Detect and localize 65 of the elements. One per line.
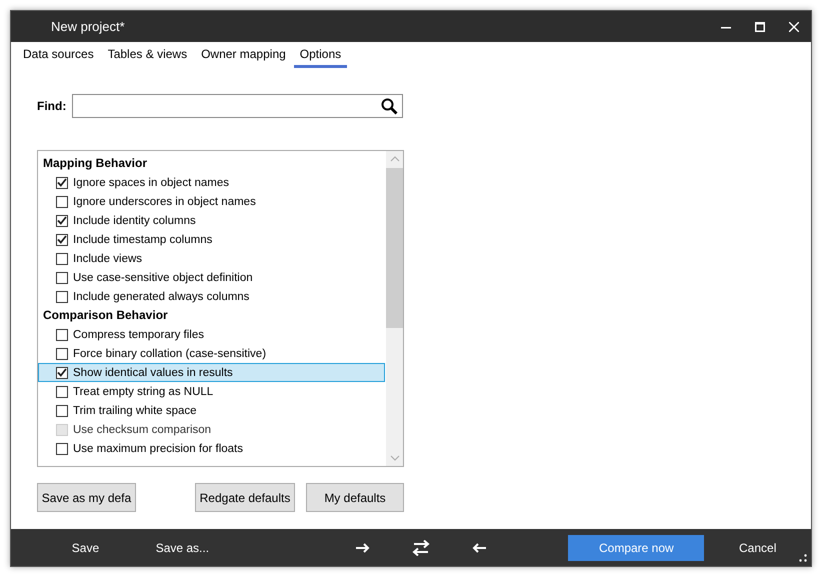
option-label: Include generated always columns	[73, 290, 250, 302]
maximize-icon	[755, 22, 765, 32]
group-heading: Comparison Behavior	[42, 307, 169, 324]
option-label: Trim trailing white space	[73, 404, 197, 416]
close-icon	[789, 22, 799, 32]
defaults-button[interactable]: Redgate defaults	[195, 483, 295, 512]
checkbox[interactable]	[56, 386, 68, 398]
option-label: Compress temporary files	[73, 328, 204, 340]
checkbox[interactable]	[56, 272, 68, 284]
selected-option-row[interactable]: Show identical values in results	[38, 363, 385, 382]
checkbox[interactable]	[56, 290, 68, 302]
option-row[interactable]: Include identity columns	[38, 211, 385, 230]
left-arrow-icon	[472, 542, 486, 552]
option-label: Include views	[73, 252, 142, 264]
checkbox[interactable]	[56, 234, 68, 246]
defaults-button[interactable]: Save as my defa	[37, 483, 136, 512]
option-row[interactable]: Ignore underscores in object names	[38, 192, 385, 211]
option-label: Include timestamp columns	[73, 234, 212, 246]
option-row[interactable]: Include generated always columns	[38, 287, 385, 306]
option-row[interactable]: Ignore spaces in object names	[38, 173, 385, 192]
tab[interactable]: Tables & views	[102, 45, 194, 68]
checkbox[interactable]	[56, 348, 68, 360]
option-label: Use case-sensitive object definition	[73, 272, 253, 284]
search-icon	[381, 98, 398, 114]
checkbox[interactable]	[56, 196, 68, 208]
checkbox[interactable]	[56, 214, 68, 226]
swap-arrows-icon	[411, 540, 432, 556]
checkbox[interactable]	[56, 404, 68, 416]
scrollbar-thumb[interactable]	[386, 168, 403, 328]
compare-now-button[interactable]: Compare now	[568, 534, 704, 560]
save-as-button[interactable]: Save as...	[134, 534, 231, 560]
option-label: Ignore spaces in object names	[73, 176, 229, 188]
tab[interactable]: Owner mapping	[195, 45, 292, 68]
save-button[interactable]: Save	[37, 534, 134, 560]
group-heading: Mapping Behavior	[42, 155, 148, 172]
tab[interactable]: Options	[294, 45, 348, 68]
checkbox[interactable]	[56, 252, 68, 264]
option-row[interactable]: Include timestamp columns	[38, 230, 385, 249]
option-label: Show identical values in results	[73, 366, 233, 378]
option-label: Force binary collation (case-sensitive)	[73, 348, 266, 360]
checkbox[interactable]	[56, 366, 68, 378]
option-row[interactable]: Use case-sensitive object definition	[38, 268, 385, 287]
checkbox[interactable]	[56, 328, 68, 340]
window-title: New project*	[51, 19, 126, 34]
option-row[interactable]: Include views	[38, 249, 385, 268]
find-label: Find:	[37, 99, 66, 113]
resize-grip-icon[interactable]	[799, 554, 807, 562]
option-row[interactable]: Compress temporary files	[38, 325, 385, 344]
option-row[interactable]: Force binary collation (case-sensitive)	[38, 344, 385, 363]
option-row[interactable]: Trim trailing white space	[38, 401, 385, 420]
scrollbar[interactable]	[386, 151, 403, 466]
checkbox[interactable]	[56, 176, 68, 188]
checkbox[interactable]	[56, 442, 68, 454]
option-row[interactable]: Use maximum precision for floats	[38, 439, 385, 458]
option-row[interactable]: Treat empty string as NULL	[38, 382, 385, 401]
right-arrow-icon	[356, 542, 370, 552]
defaults-button[interactable]: My defaults	[306, 483, 404, 512]
cancel-button[interactable]: Cancel	[704, 534, 811, 560]
option-label: Include identity columns	[73, 214, 196, 226]
option-label: Ignore underscores in object names	[73, 196, 256, 208]
option-label: Use maximum precision for floats	[73, 442, 243, 454]
tab[interactable]: Data sources	[17, 45, 100, 68]
find-field[interactable]	[72, 94, 404, 118]
option-label: Use checksum comparison	[73, 424, 212, 436]
option-label: Treat empty string as NULL	[73, 386, 214, 398]
